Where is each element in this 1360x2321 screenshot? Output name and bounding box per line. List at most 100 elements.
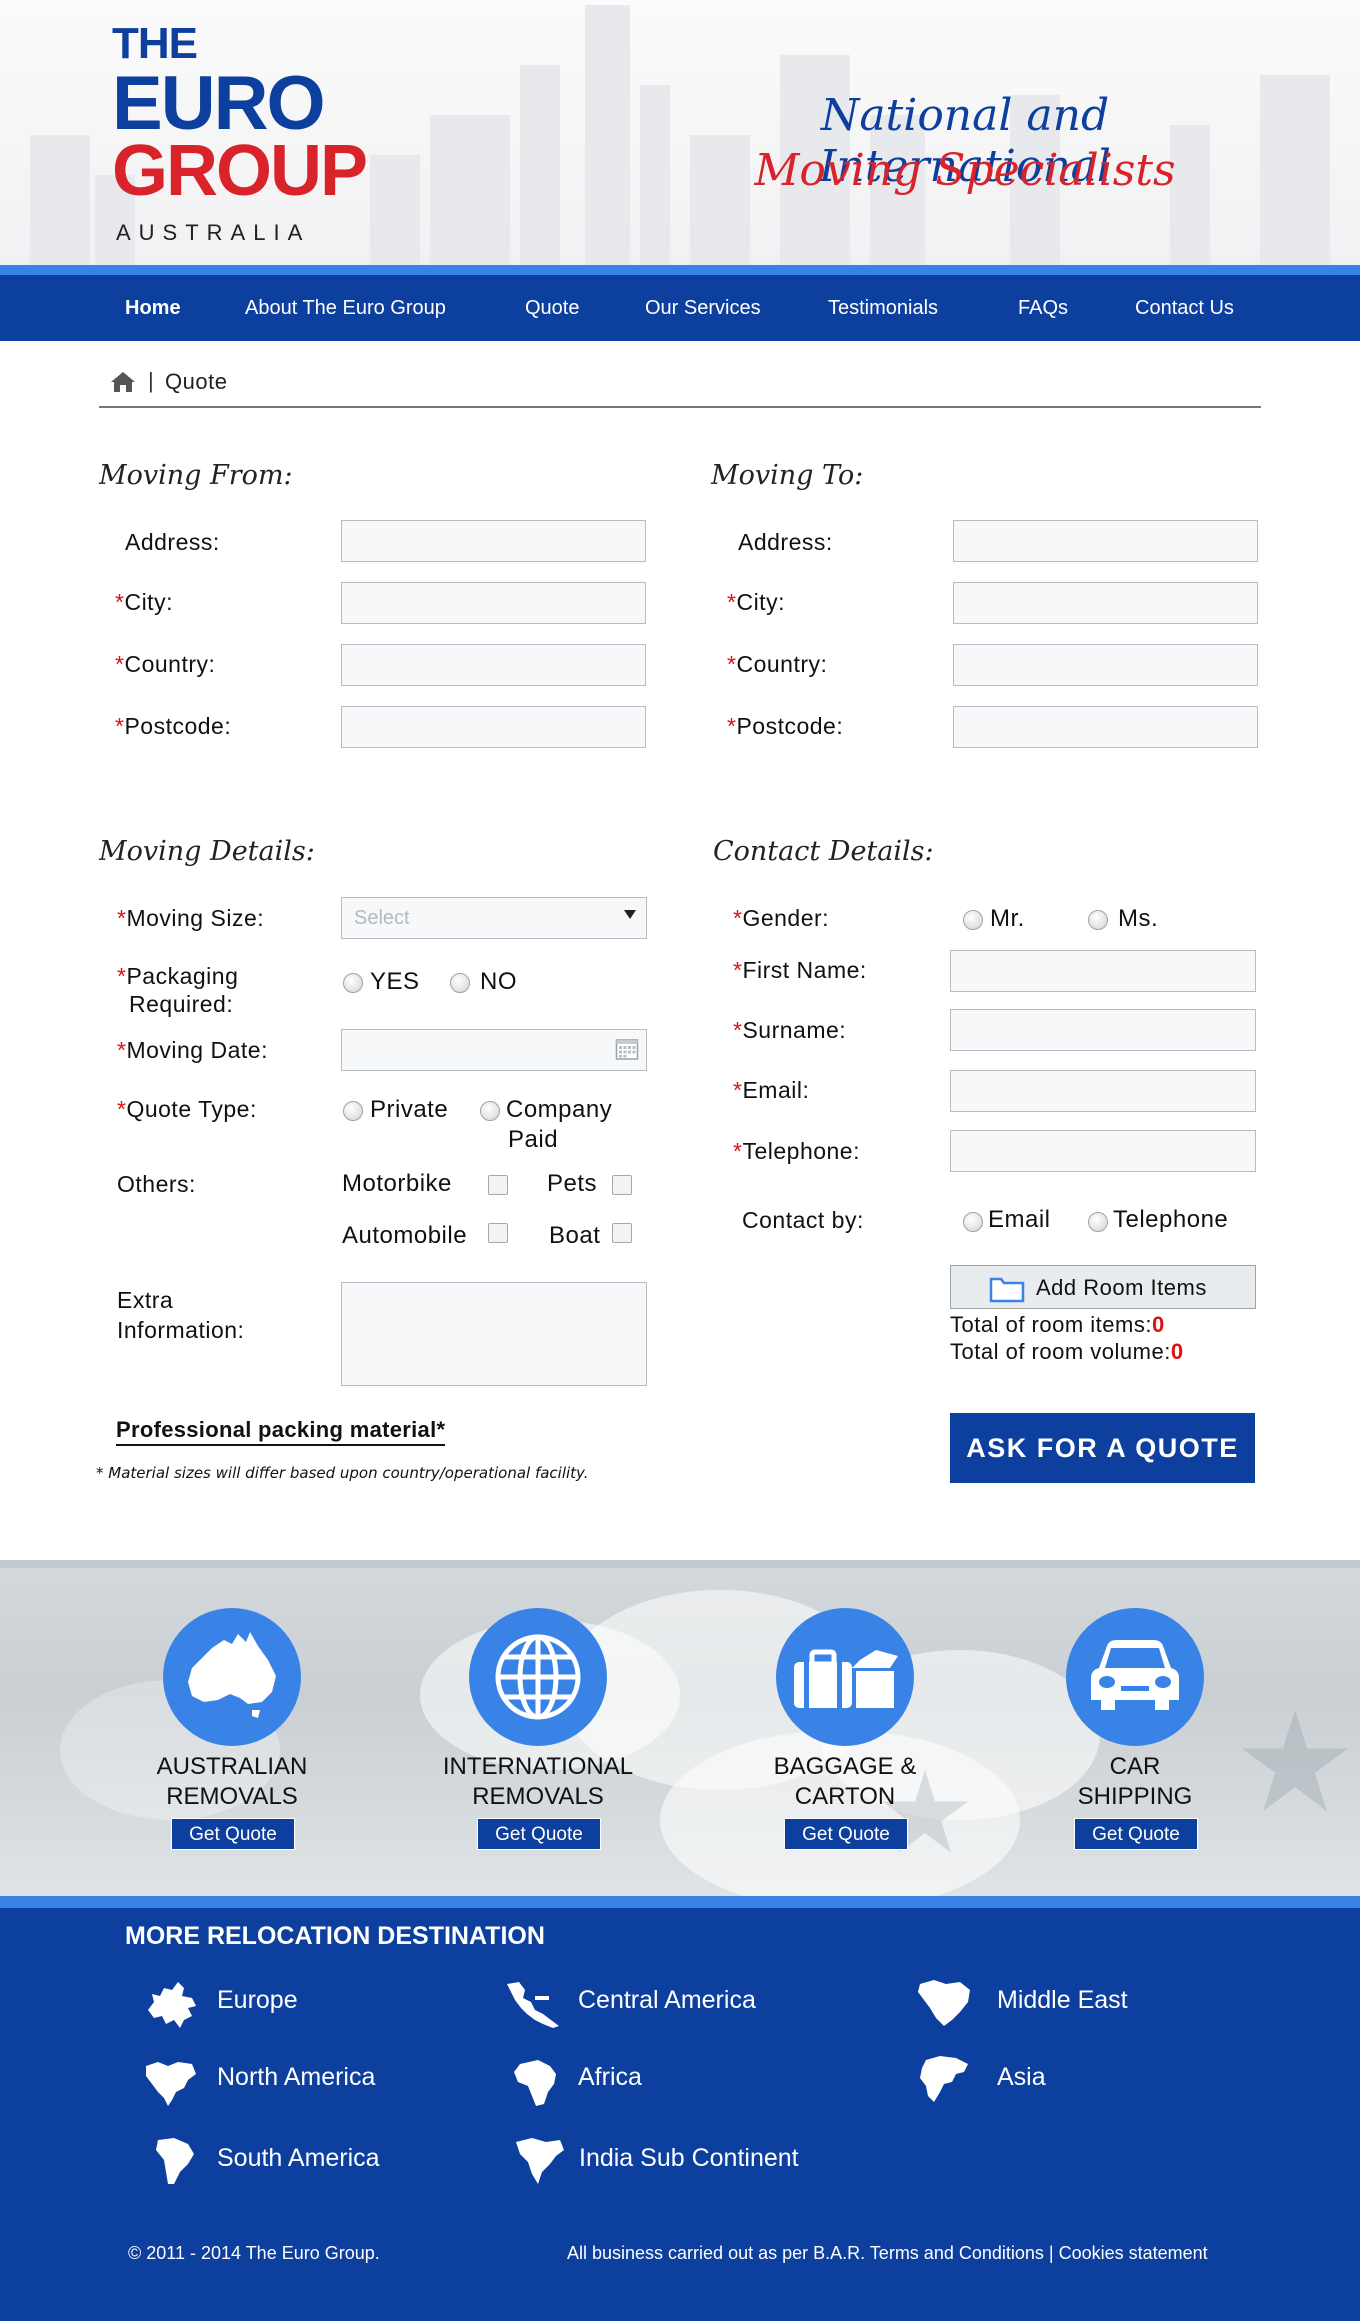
quote-company-label-line2: Paid	[508, 1126, 559, 1153]
gender-mr-label: Mr.	[990, 905, 1025, 932]
contact-by-label: Contact by:	[742, 1207, 864, 1233]
skyline-building	[430, 115, 510, 265]
australian-removals-title-line2: REMOVALS	[166, 1783, 298, 1810]
to-address-input[interactable]	[953, 520, 1258, 562]
destination-north-america[interactable]: North America	[217, 2063, 375, 2092]
others-label: Others:	[117, 1171, 196, 1197]
quote-company-radio[interactable]	[480, 1101, 500, 1121]
motorbike-checkbox[interactable]	[488, 1175, 508, 1195]
nav-top-stripe	[0, 265, 1360, 275]
telephone-label: Telephone:	[733, 1138, 860, 1165]
calendar-icon[interactable]	[615, 1037, 639, 1061]
contact-telephone-label: Telephone	[1113, 1206, 1229, 1233]
quote-type-label: Quote Type:	[117, 1096, 257, 1123]
skyline-building	[1260, 75, 1330, 265]
boat-checkbox[interactable]	[612, 1223, 632, 1243]
to-city-input[interactable]	[953, 582, 1258, 624]
packaging-no-radio[interactable]	[450, 973, 470, 993]
quote-private-radio[interactable]	[343, 1101, 363, 1121]
nav-about[interactable]: About The Euro Group	[245, 297, 446, 320]
contact-email-radio[interactable]	[963, 1212, 983, 1232]
car-shipping-get-quote-button[interactable]: Get Quote	[1074, 1818, 1198, 1850]
baggage-carton-title-line2: CARTON	[794, 1783, 896, 1810]
terms-link[interactable]: All business carried out as per B.A.R. T…	[567, 2243, 1208, 2264]
packaging-yes-radio[interactable]	[343, 973, 363, 993]
home-icon[interactable]	[110, 370, 136, 394]
add-room-items-button[interactable]: Add Room Items	[950, 1265, 1256, 1309]
packing-material-link[interactable]: Professional packing material*	[116, 1417, 446, 1446]
gender-mr-radio[interactable]	[963, 910, 983, 930]
quote-company-label-line1: Company	[506, 1096, 613, 1123]
moving-from-title: Moving From:	[99, 460, 293, 491]
international-removals-title-line1: INTERNATIONAL	[442, 1753, 634, 1780]
breadcrumb-divider	[99, 406, 1261, 408]
destination-africa[interactable]: Africa	[578, 2063, 642, 2092]
baggage-carton-get-quote-button[interactable]: Get Quote	[784, 1818, 908, 1850]
add-room-items-label: Add Room Items	[1036, 1275, 1207, 1300]
australian-removals-title-line1: AUSTRALIAN	[156, 1753, 308, 1780]
contact-telephone-radio[interactable]	[1088, 1212, 1108, 1232]
nav-testimonials[interactable]: Testimonials	[828, 297, 938, 320]
nav-contact[interactable]: Contact Us	[1135, 297, 1234, 320]
surname-input[interactable]	[950, 1009, 1256, 1051]
moving-size-select[interactable]: Select	[341, 897, 647, 939]
to-postcode-label: Postcode:	[727, 713, 843, 740]
to-country-input[interactable]	[953, 644, 1258, 686]
gender-ms-radio[interactable]	[1088, 910, 1108, 930]
australian-removals-get-quote-button[interactable]: Get Quote	[171, 1818, 295, 1850]
email-label: Email:	[733, 1077, 809, 1104]
car-shipping-title-line2: SHIPPING	[1077, 1783, 1193, 1810]
extra-info-textarea[interactable]	[341, 1282, 647, 1386]
services-band: AUSTRALIAN REMOVALS Get Quote INTERNATIO…	[0, 1560, 1360, 1896]
first-name-input[interactable]	[950, 950, 1256, 992]
from-address-input[interactable]	[341, 520, 646, 562]
destination-south-america[interactable]: South America	[217, 2144, 380, 2173]
from-postcode-label: Postcode:	[115, 713, 231, 740]
skyline-building	[30, 135, 90, 265]
europe-map-icon	[148, 1982, 196, 2028]
total-room-volume-label: Total of room volume:	[950, 1339, 1171, 1364]
moving-date-input[interactable]	[341, 1029, 647, 1071]
quote-private-label: Private	[370, 1096, 449, 1123]
telephone-input[interactable]	[950, 1130, 1256, 1172]
folder-icon	[989, 1277, 1025, 1303]
to-postcode-input[interactable]	[953, 706, 1258, 748]
international-removals-circle[interactable]	[469, 1608, 607, 1746]
automobile-checkbox[interactable]	[488, 1223, 508, 1243]
nav-home[interactable]: Home	[125, 297, 181, 320]
from-country-input[interactable]	[341, 644, 646, 686]
car-shipping-circle[interactable]	[1066, 1608, 1204, 1746]
total-room-items: Total of room items:0	[950, 1312, 1165, 1338]
australian-removals-circle[interactable]	[163, 1608, 301, 1746]
globe-icon	[495, 1634, 581, 1720]
from-country-label: Country:	[115, 651, 215, 678]
baggage-carton-circle[interactable]	[776, 1608, 914, 1746]
skyline-building	[520, 65, 560, 265]
motorbike-label: Motorbike	[342, 1170, 452, 1197]
dropdown-arrow-icon	[624, 910, 636, 919]
pets-checkbox[interactable]	[612, 1175, 632, 1195]
logo[interactable]: THE EURO GROUP AUSTRALIA	[112, 22, 392, 247]
destination-central-america[interactable]: Central America	[578, 1986, 756, 2015]
nav-services[interactable]: Our Services	[645, 297, 761, 320]
footer-top-stripe	[0, 1896, 1360, 1908]
from-city-input[interactable]	[341, 582, 646, 624]
email-input[interactable]	[950, 1070, 1256, 1112]
ask-for-quote-button[interactable]: ASK FOR A QUOTE	[950, 1413, 1255, 1483]
nav-faqs[interactable]: FAQs	[1018, 297, 1068, 320]
skyline-building	[585, 5, 630, 265]
destination-europe[interactable]: Europe	[217, 1986, 298, 2015]
destination-asia[interactable]: Asia	[997, 2063, 1046, 2092]
packaging-yes-label: YES	[370, 968, 420, 995]
automobile-label: Automobile	[342, 1222, 468, 1249]
tagline-line-2: Moving Specialists	[754, 145, 1176, 196]
moving-size-label: Moving Size:	[117, 905, 264, 932]
international-removals-get-quote-button[interactable]: Get Quote	[477, 1818, 601, 1850]
destination-middle-east[interactable]: Middle East	[997, 1986, 1128, 2015]
from-postcode-input[interactable]	[341, 706, 646, 748]
destination-india-sub-continent[interactable]: India Sub Continent	[579, 2144, 799, 2173]
total-room-items-label: Total of room items:	[950, 1312, 1152, 1337]
international-removals-title-line2: REMOVALS	[472, 1783, 604, 1810]
logo-the: THE	[112, 19, 198, 68]
nav-quote[interactable]: Quote	[525, 297, 579, 320]
